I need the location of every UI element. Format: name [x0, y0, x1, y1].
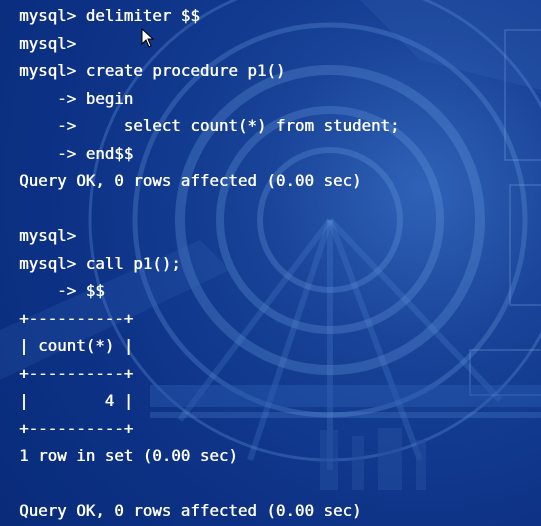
result-table-border: +----------+ — [19, 418, 134, 438]
terminal-line: mysql> delimiter $$ — [19, 6, 200, 25]
terminal-line: 1 row in set (0.00 sec) — [19, 446, 238, 465]
terminal-line: mysql> call p1(); — [19, 253, 181, 273]
terminal-line: mysql> create procedure p1() — [19, 61, 286, 80]
terminal-line: mysql> — [19, 33, 77, 53]
result-table-border: +----------+ — [19, 363, 134, 383]
terminal-line: -> begin — [19, 88, 134, 108]
result-table-header: | count(*) | — [19, 336, 134, 355]
terminal-line: -> $$ — [19, 281, 105, 300]
terminal-line: -> end$$ — [19, 143, 134, 163]
terminal-line: -> select count(*) from student; — [19, 116, 400, 135]
terminal-line: mysql> — [19, 226, 77, 245]
terminal-window[interactable]: mysql> delimiter $$ mysql> mysql> create… — [0, 0, 541, 526]
mouse-pointer-icon — [141, 28, 155, 48]
result-table-border: +----------+ — [19, 308, 134, 328]
terminal-output: mysql> delimiter $$ mysql> mysql> create… — [19, 2, 399, 525]
terminal-line: Query OK, 0 rows affected (0.00 sec) — [19, 501, 362, 520]
terminal-line: Query OK, 0 rows affected (0.00 sec) — [19, 171, 362, 190]
result-table-row: | 4 | — [19, 391, 134, 410]
